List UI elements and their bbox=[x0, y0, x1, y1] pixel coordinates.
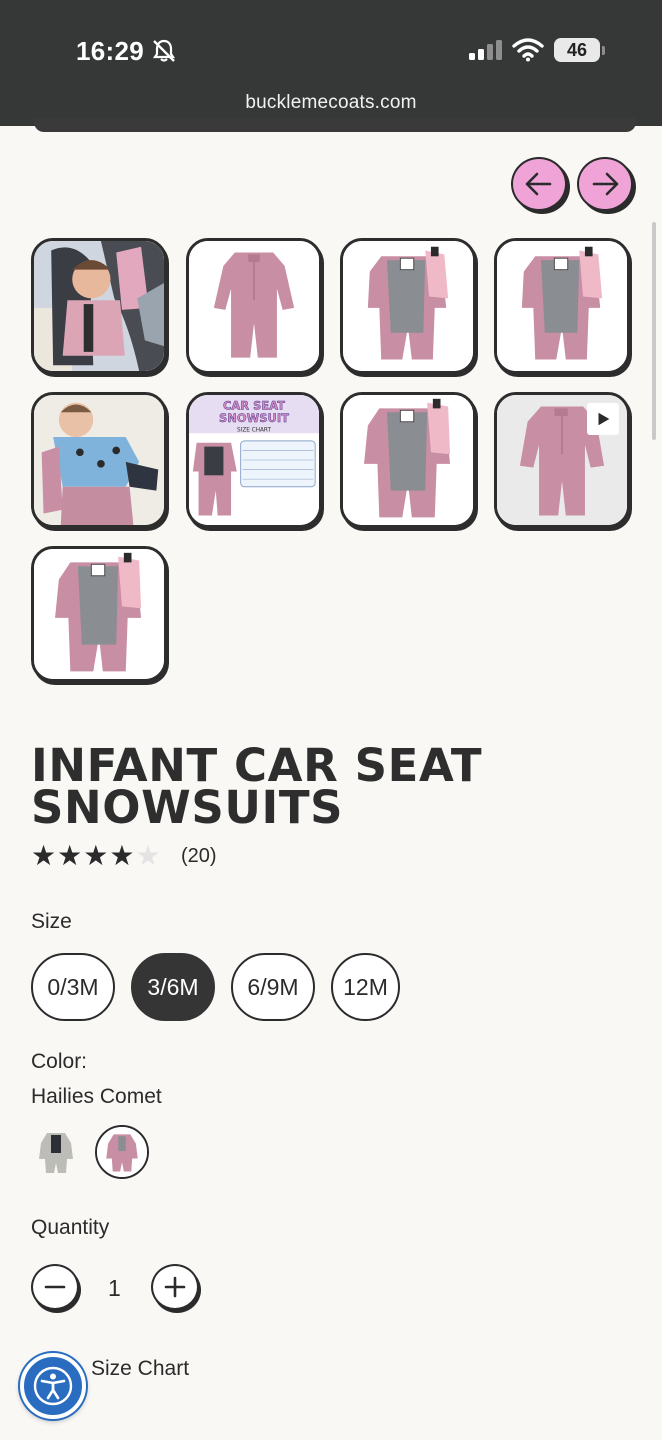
thumbnail-4[interactable] bbox=[494, 238, 630, 374]
size-option-0-3m[interactable]: 0/3M bbox=[31, 953, 115, 1021]
size-option-6-9m[interactable]: 6/9M bbox=[231, 953, 315, 1021]
thumbnail-1[interactable] bbox=[31, 238, 167, 374]
accessibility-button[interactable] bbox=[20, 1353, 86, 1419]
gallery-next-button[interactable] bbox=[577, 157, 633, 211]
thumbnail-5[interactable] bbox=[31, 392, 167, 528]
thumbnail-7[interactable] bbox=[340, 392, 476, 528]
pink-snowsuit-front-image bbox=[189, 241, 319, 371]
size-label: Size bbox=[31, 910, 72, 933]
wifi-icon bbox=[512, 38, 544, 62]
size-option-3-6m[interactable]: 3/6M bbox=[131, 953, 215, 1021]
pink-snowsuit-open-image bbox=[34, 549, 164, 679]
pink-snowsuit-open-image bbox=[343, 395, 473, 525]
pink-snowsuit-open-image bbox=[497, 241, 627, 371]
minus-icon bbox=[44, 1285, 66, 1289]
pink-snowsuit-open-image bbox=[343, 241, 473, 371]
baby-in-car-seat-image bbox=[34, 241, 164, 371]
pink-snowsuit-swatch-image bbox=[97, 1127, 147, 1177]
star-filled-icon: ★ bbox=[109, 840, 135, 871]
color-swatch-pink[interactable] bbox=[95, 1125, 149, 1179]
baby-wearing-suit-image bbox=[34, 395, 164, 525]
star-filled-icon: ★ bbox=[83, 840, 109, 871]
address-bar-url[interactable]: bucklemecoats.com bbox=[0, 92, 662, 114]
star-empty-icon: ★ bbox=[135, 840, 161, 871]
size-option-12m[interactable]: 12M bbox=[331, 953, 400, 1021]
battery-indicator: 46 bbox=[554, 38, 605, 62]
gallery-prev-button[interactable] bbox=[511, 157, 567, 211]
browser-top-bar: 16:29 46 bucklemecoats.com bbox=[0, 0, 662, 126]
color-swatch-grey[interactable] bbox=[29, 1125, 83, 1179]
cell-signal-icon bbox=[469, 40, 502, 60]
size-chart-link[interactable]: Size Chart bbox=[91, 1357, 189, 1381]
thumbnail-2[interactable] bbox=[186, 238, 322, 374]
thumbnail-8-video[interactable] bbox=[494, 392, 630, 528]
color-label: Color: bbox=[31, 1050, 88, 1073]
star-filled-icon: ★ bbox=[31, 840, 57, 871]
quantity-decrease-button[interactable] bbox=[31, 1264, 79, 1310]
quantity-label: Quantity bbox=[31, 1216, 110, 1239]
thumbnail-9[interactable] bbox=[31, 546, 167, 682]
plus-icon bbox=[164, 1276, 186, 1298]
rating-stars[interactable]: ★ ★ ★ ★ ★ bbox=[31, 842, 162, 870]
header-edge bbox=[34, 118, 636, 132]
status-time: 16:29 bbox=[76, 36, 144, 66]
accessibility-icon bbox=[33, 1366, 73, 1406]
review-count[interactable]: (20) bbox=[181, 845, 217, 868]
svg-text:SNOWSUIT: SNOWSUIT bbox=[219, 411, 289, 425]
arrow-right-icon bbox=[592, 172, 619, 196]
product-title: INFANT CAR SEAT SNOWSUITS bbox=[31, 739, 483, 834]
size-chart-image: CAR SEAT SNOWSUIT SIZE CHART bbox=[189, 395, 319, 525]
selected-color-name: Hailies Comet bbox=[31, 1085, 162, 1108]
thumbnail-3[interactable] bbox=[340, 238, 476, 374]
thumbnail-6[interactable]: CAR SEAT SNOWSUIT SIZE CHART bbox=[186, 392, 322, 528]
quantity-increase-button[interactable] bbox=[151, 1264, 199, 1310]
bell-muted-icon bbox=[152, 39, 176, 62]
quantity-value[interactable]: 1 bbox=[108, 1275, 121, 1302]
page-scrollbar[interactable] bbox=[652, 222, 656, 440]
star-filled-icon: ★ bbox=[57, 840, 83, 871]
grey-snowsuit-swatch-image bbox=[29, 1125, 83, 1179]
play-icon[interactable] bbox=[587, 403, 619, 435]
svg-text:SIZE CHART: SIZE CHART bbox=[237, 427, 271, 433]
arrow-left-icon bbox=[525, 172, 552, 196]
